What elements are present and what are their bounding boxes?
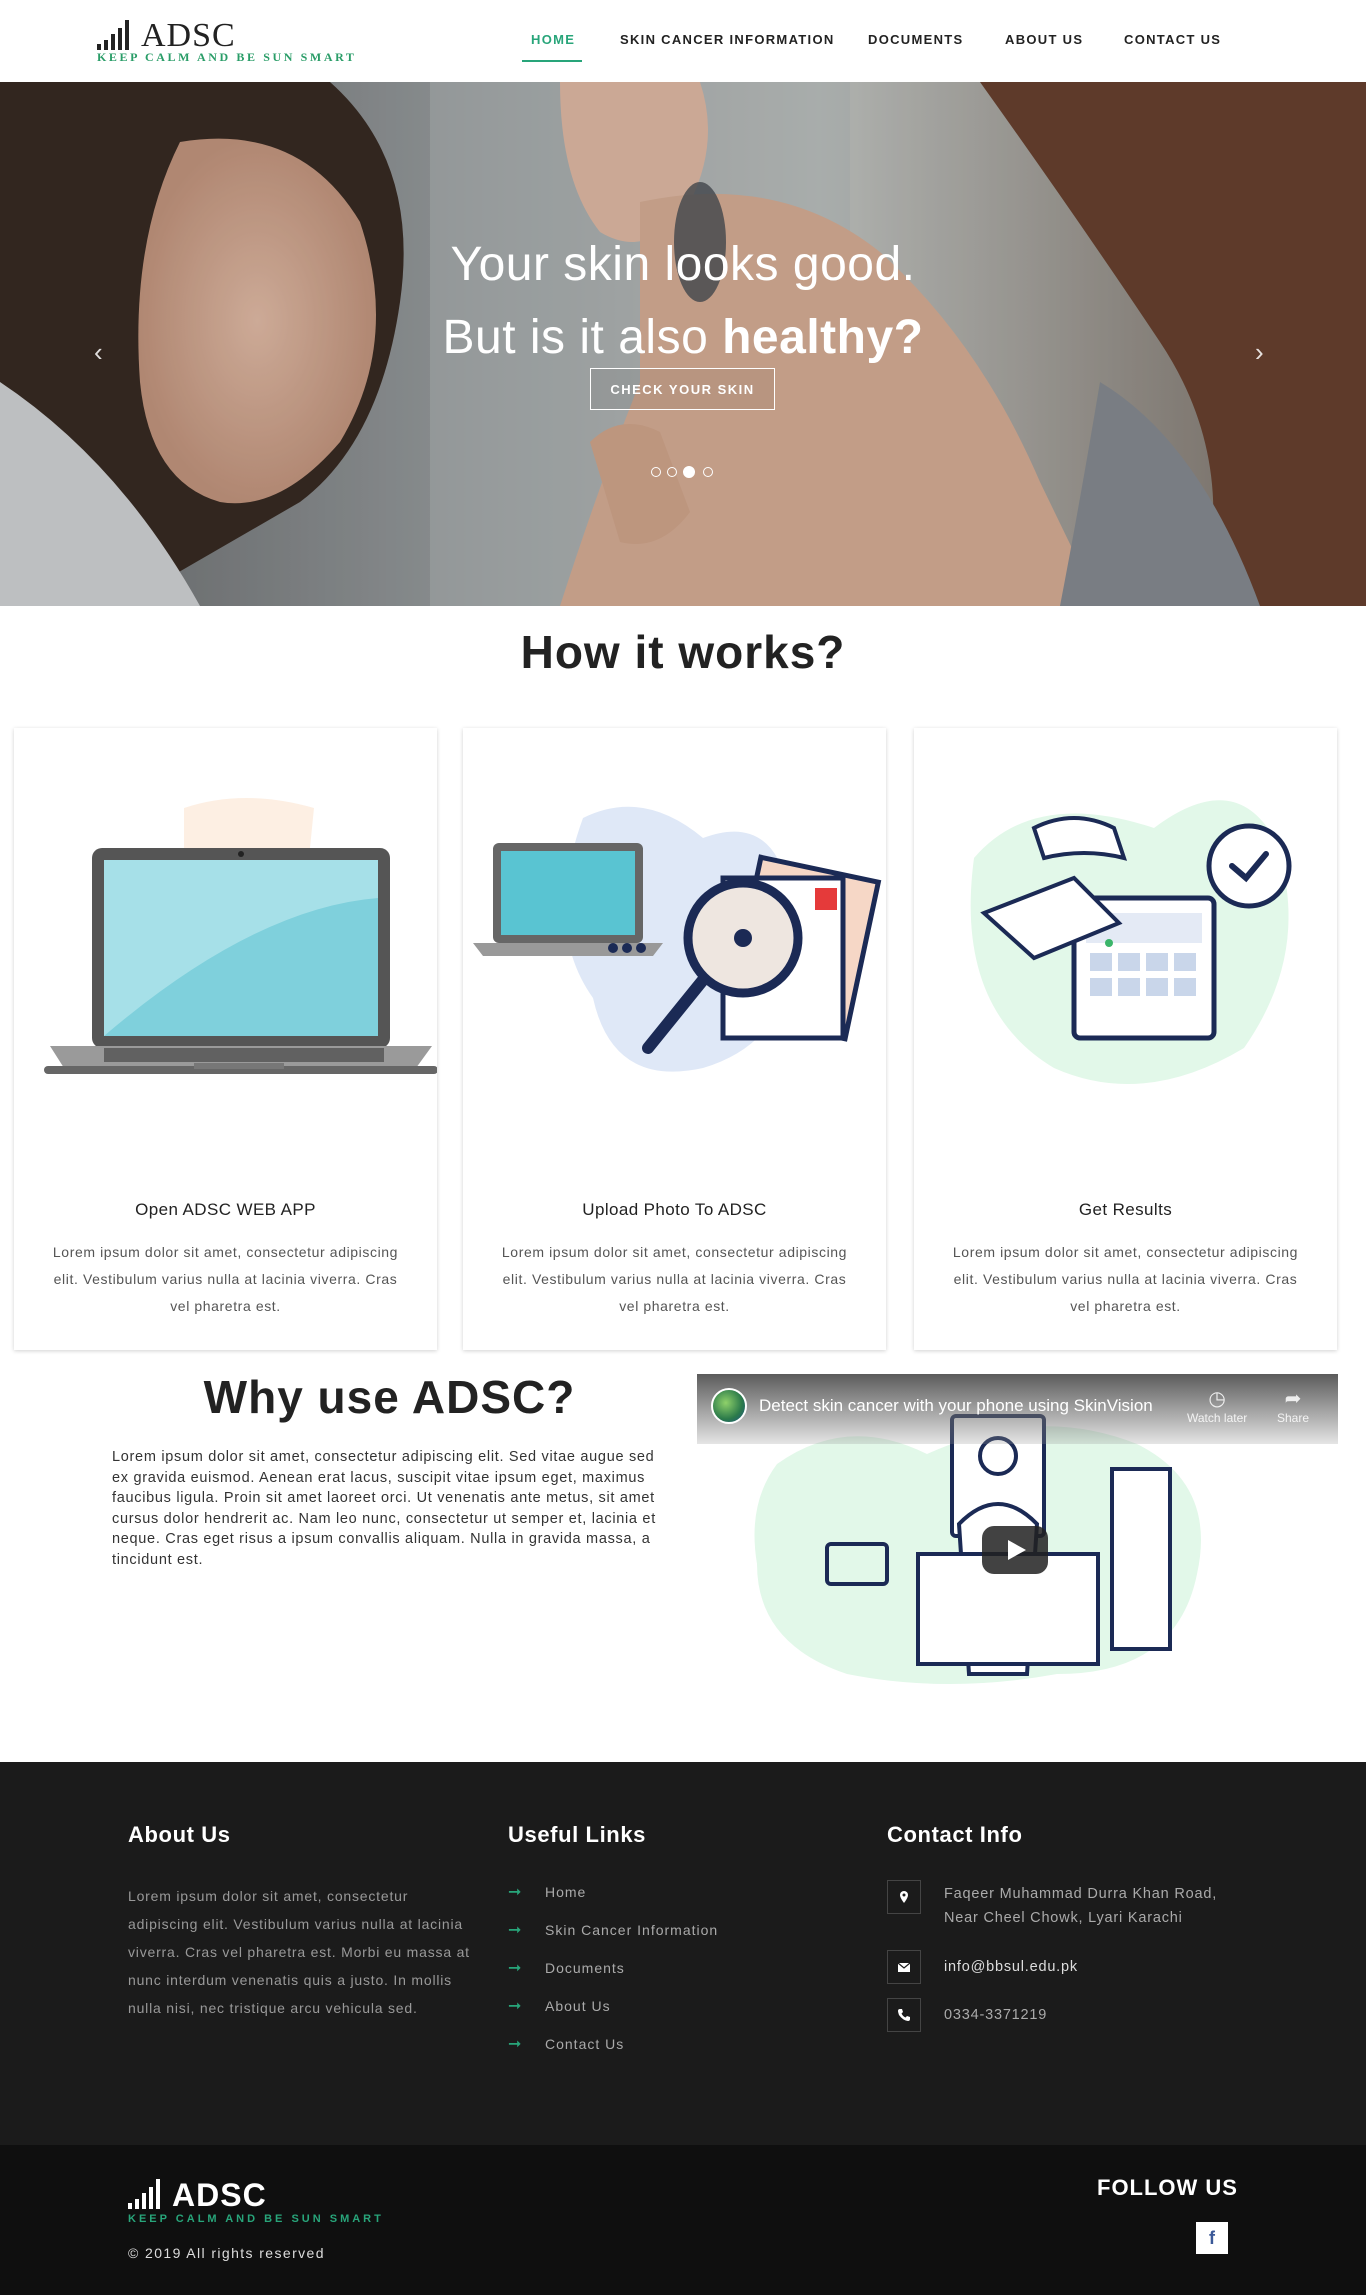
step-description: Lorem ipsum dolor sit amet, consectetur … bbox=[52, 1244, 399, 1314]
step-card-get-results: Get Results Lorem ipsum dolor sit amet, … bbox=[914, 728, 1337, 1350]
footer-links-heading: Useful Links bbox=[508, 1822, 647, 1847]
carousel-dot-3[interactable] bbox=[683, 466, 695, 478]
step-title: Open ADSC WEB APP bbox=[135, 1200, 316, 1219]
hero-subheadline: But is it also healthy? bbox=[442, 311, 924, 364]
footer-link-documents[interactable]: Documents bbox=[545, 1960, 625, 1976]
main-nav: HOME SKIN CANCER INFORMATION DOCUMENTS A… bbox=[0, 0, 1366, 82]
play-icon bbox=[1008, 1540, 1026, 1560]
footer-email[interactable]: info@bbsul.edu.pk bbox=[944, 1955, 1078, 1979]
nav-documents[interactable]: DOCUMENTS bbox=[868, 32, 963, 47]
channel-avatar[interactable] bbox=[711, 1388, 747, 1424]
footer-link-contact-us[interactable]: Contact Us bbox=[545, 2036, 624, 2052]
copyright: © 2019 All rights reserved bbox=[128, 2245, 325, 2261]
step-description: Lorem ipsum dolor sit amet, consectetur … bbox=[952, 1244, 1299, 1314]
hero-headline: Your skin looks good. bbox=[450, 238, 916, 291]
results-calendar-illustration-icon bbox=[970, 800, 1292, 1084]
step-title: Get Results bbox=[1078, 1200, 1173, 1219]
footer-link-skin-cancer-information[interactable]: Skin Cancer Information bbox=[545, 1922, 718, 1938]
signal-bars-icon bbox=[128, 2179, 160, 2209]
why-use-text: Lorem ipsum dolor sit amet, consectetur … bbox=[112, 1449, 656, 1568]
site-footer: About Us Lorem ipsum dolor sit amet, con… bbox=[0, 1762, 1366, 2145]
chevron-left-icon[interactable]: ‹ bbox=[94, 337, 103, 368]
footer-link-about-us[interactable]: About Us bbox=[545, 1998, 611, 2014]
arrow-right-icon: ➞ bbox=[508, 1960, 522, 1977]
clock-icon: ◷ bbox=[1208, 1388, 1226, 1410]
carousel-dot-2[interactable] bbox=[667, 467, 677, 477]
nav-about-us[interactable]: ABOUT US bbox=[1005, 32, 1083, 47]
site-header: ADSC KEEP CALM AND BE SUN SMART HOME SKI… bbox=[0, 0, 1366, 82]
arrow-right-icon: ➞ bbox=[508, 1922, 522, 1939]
step-title: Upload Photo To ADSC bbox=[582, 1200, 767, 1219]
footer-address: Faqeer Muhammad Durra Khan Road, Near Ch… bbox=[944, 1886, 1218, 1926]
arrow-right-icon: ➞ bbox=[508, 1884, 522, 1901]
embedded-video[interactable]: Detect skin cancer with your phone using… bbox=[697, 1374, 1338, 1684]
nav-contact-us[interactable]: CONTACT US bbox=[1124, 32, 1221, 47]
check-your-skin-button[interactable]: CHECK YOUR SKIN bbox=[590, 368, 775, 410]
carousel-indicators bbox=[651, 465, 717, 479]
magnifier-upload-illustration-icon bbox=[473, 806, 882, 1072]
footer-contact-heading: Contact Info bbox=[887, 1822, 1023, 1847]
play-button[interactable] bbox=[982, 1526, 1048, 1574]
how-it-works-title: How it works? bbox=[520, 626, 846, 678]
envelope-icon bbox=[887, 1950, 921, 1984]
why-use-title: Why use ADSC? bbox=[203, 1371, 576, 1423]
hero-carousel: Your skin looks good. But is it also hea… bbox=[0, 82, 1366, 606]
footer-bottom-bar: ADSC KEEP CALM AND BE SUN SMART © 2019 A… bbox=[0, 2145, 1366, 2295]
laptop-illustration-icon bbox=[44, 798, 437, 1074]
facebook-icon[interactable]: f bbox=[1196, 2222, 1228, 2254]
follow-us-heading: FOLLOW US bbox=[1097, 2175, 1238, 2200]
nav-home[interactable]: HOME bbox=[531, 32, 575, 47]
footer-link-home[interactable]: Home bbox=[545, 1884, 586, 1900]
footer-logo-name: ADSC bbox=[172, 2177, 267, 2213]
video-title[interactable]: Detect skin cancer with your phone using… bbox=[759, 1396, 1153, 1416]
share-icon: ➦ bbox=[1284, 1388, 1302, 1410]
footer-logo[interactable]: ADSC KEEP CALM AND BE SUN SMART bbox=[128, 2177, 388, 2227]
nav-active-indicator bbox=[522, 60, 582, 62]
footer-about-text: Lorem ipsum dolor sit amet, consectetur … bbox=[128, 1888, 470, 2016]
watch-later-button[interactable]: ◷ Watch later bbox=[1187, 1386, 1247, 1425]
map-pin-icon bbox=[887, 1880, 921, 1914]
nav-skin-cancer-information[interactable]: SKIN CANCER INFORMATION bbox=[620, 32, 835, 47]
footer-phone[interactable]: 0334-3371219 bbox=[944, 2003, 1047, 2027]
arrow-right-icon: ➞ bbox=[508, 2036, 522, 2053]
footer-about-heading: About Us bbox=[128, 1822, 231, 1847]
step-card-upload-photo: Upload Photo To ADSC Lorem ipsum dolor s… bbox=[463, 728, 886, 1350]
carousel-dot-4[interactable] bbox=[703, 467, 713, 477]
phone-icon bbox=[887, 1998, 921, 2032]
step-card-open-app: Open ADSC WEB APP Lorem ipsum dolor sit … bbox=[14, 728, 437, 1350]
chevron-right-icon[interactable]: › bbox=[1255, 337, 1264, 368]
arrow-right-icon: ➞ bbox=[508, 1998, 522, 2015]
share-button[interactable]: ➦ Share bbox=[1277, 1386, 1309, 1425]
carousel-dot-1[interactable] bbox=[651, 467, 661, 477]
footer-logo-tagline: KEEP CALM AND BE SUN SMART bbox=[128, 2213, 384, 2225]
step-description: Lorem ipsum dolor sit amet, consectetur … bbox=[501, 1244, 848, 1314]
